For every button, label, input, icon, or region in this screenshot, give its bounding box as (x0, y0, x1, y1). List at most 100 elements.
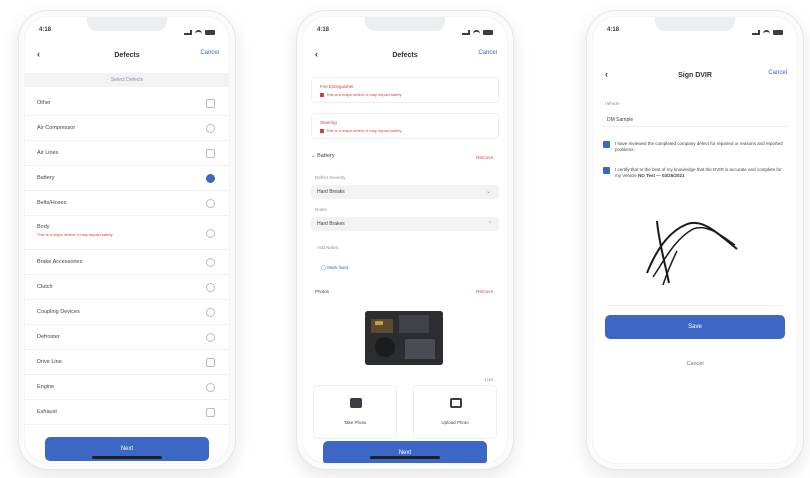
checkbox-checked-icon[interactable] (603, 167, 610, 174)
signature-drawing (646, 220, 738, 286)
list-item[interactable]: Engine (25, 375, 229, 400)
checkbox-icon[interactable] (206, 283, 215, 292)
list-item[interactable]: Battery (25, 166, 229, 191)
status-bar: 4:18 (39, 27, 215, 37)
cancel-button[interactable]: Cancel (593, 361, 797, 367)
vehicle-field[interactable]: DM Sample (601, 113, 789, 127)
certification-1[interactable]: I have reviewed the completed company de… (603, 141, 787, 153)
nav-bar: ‹ Defects Cancel (303, 43, 507, 67)
cancel-link[interactable]: Cancel (768, 70, 787, 76)
checkbox-icon[interactable] (206, 229, 215, 238)
battery-row: ⌄ Battery (311, 153, 499, 159)
checkbox-icon[interactable] (206, 333, 215, 342)
checkbox-icon[interactable] (206, 358, 215, 367)
image-icon (450, 398, 462, 408)
list-item-label: Defroster (37, 334, 60, 340)
trash-icon[interactable]: ▫ (489, 220, 491, 226)
cancel-link[interactable]: Cancel (478, 50, 497, 56)
status-bar: 4:18 (607, 27, 783, 37)
alert-fire-extinguisher[interactable]: Fire Extinguisher This is a major defect… (311, 77, 499, 103)
defect-severity-select[interactable]: Hard Breaks ⌄ (311, 185, 499, 199)
battery-icon (773, 29, 783, 35)
status-icons (752, 27, 783, 37)
list-item[interactable]: Drive Line (25, 350, 229, 375)
defect-severity-value: Hard Breaks (317, 189, 345, 195)
checkbox-icon[interactable] (206, 124, 215, 133)
save-button[interactable]: Save (605, 315, 785, 339)
checkbox-checked-icon[interactable] (206, 174, 215, 183)
certification-1-text: I have reviewed the completed company de… (615, 141, 783, 152)
alert-subtitle: This is a major defect; it may impact sa… (320, 92, 402, 97)
photos-label: Photos (315, 289, 330, 294)
list-item-label: Clutch (37, 284, 53, 290)
camera-icon (350, 398, 362, 408)
alert-subtitle: This is a major defect; it may impact sa… (320, 128, 402, 133)
checkbox-icon[interactable] (206, 308, 215, 317)
certification-2[interactable]: I certify that to the best of my knowled… (603, 167, 787, 179)
list-item[interactable]: Air Compressor (25, 116, 229, 141)
list-item[interactable]: Body This is a major defect; it may impac… (25, 216, 229, 250)
list-item-label: Exhaust (37, 409, 57, 415)
signature-line (607, 305, 783, 306)
signature-pad[interactable] (607, 203, 783, 303)
checkbox-icon[interactable] (206, 99, 215, 108)
battery-icon (483, 29, 493, 35)
list-item-label: Battery (37, 175, 55, 181)
wifi-icon (473, 29, 480, 35)
battery-icon (205, 29, 215, 35)
mark-fixed-label: Mark fixed (327, 265, 349, 270)
nav-bar: ‹ Defects Cancel (25, 43, 229, 67)
checkbox-icon[interactable] (206, 149, 215, 158)
list-item[interactable]: Belts/Hoses (25, 191, 229, 216)
list-item-label: Brake Accessories (37, 259, 83, 265)
checkbox-icon[interactable] (206, 408, 215, 417)
list-item-label: Engine (37, 384, 55, 390)
section-header: Select Defects (25, 73, 229, 87)
battery-remove-link[interactable]: Remove (476, 155, 493, 160)
wifi-icon (763, 29, 770, 35)
notes-placeholder[interactable]: Add Notes (317, 245, 338, 250)
checkbox-icon[interactable] (206, 258, 215, 267)
take-photo-label: Take Photo (343, 420, 367, 425)
list-item[interactable]: Defroster (25, 325, 229, 350)
list-item[interactable]: Air Lines (25, 141, 229, 166)
upload-photo-button[interactable]: Upload Photo (413, 385, 497, 439)
checkbox-icon[interactable] (206, 383, 215, 392)
signal-icon (752, 29, 760, 35)
notes-label: Notes (315, 207, 327, 212)
status-icons (184, 27, 215, 37)
list-item[interactable]: Clutch (25, 275, 229, 300)
photos-remove-link[interactable]: Remove (476, 289, 493, 294)
warning-icon (320, 92, 324, 97)
photo-thumbnail[interactable] (365, 311, 443, 365)
alert-title: Steering (320, 120, 337, 125)
list-item[interactable]: Brake Accessories (25, 250, 229, 275)
chevron-left-icon[interactable]: ‹ (37, 49, 47, 59)
list-item[interactable]: Exhaust (25, 400, 229, 425)
chevron-left-icon[interactable]: ‹ (605, 69, 615, 79)
status-icons (462, 27, 493, 37)
alert-subtitle-text: This is a major defect; it may impact sa… (326, 128, 402, 133)
list-item-label: Other (37, 100, 51, 106)
signal-icon (462, 29, 470, 35)
battery-label: Battery (317, 153, 335, 159)
phone-sign-dvir: 4:18 ‹ Sign DVIR Cancel Vehicle DM Sampl… (586, 10, 804, 470)
vehicle-section-label: Vehicle (605, 101, 620, 106)
alert-steering[interactable]: Steering This is a major defect; it may … (311, 113, 499, 139)
list-item-label: Belts/Hoses (37, 200, 67, 206)
list-item-label: Drive Line (37, 359, 62, 365)
list-item[interactable]: Coupling Devices (25, 300, 229, 325)
notes-value: Hard Brakes (317, 221, 345, 227)
next-button[interactable]: Next (323, 441, 487, 463)
wifi-icon (195, 29, 202, 35)
defect-severity-label: Defect Severity (315, 175, 346, 180)
checkbox-icon[interactable] (206, 199, 215, 208)
mark-fixed-toggle[interactable]: ◯ Mark fixed (321, 265, 348, 271)
list-item[interactable]: Other (25, 91, 229, 116)
chevron-left-icon[interactable]: ‹ (315, 49, 325, 59)
list-item-label: Air Lines (37, 150, 59, 156)
take-photo-button[interactable]: Take Photo (313, 385, 397, 439)
checkbox-checked-icon[interactable] (603, 141, 610, 148)
cancel-link[interactable]: Cancel (200, 50, 219, 56)
notes-field[interactable]: Hard Brakes ▫ (311, 217, 499, 231)
